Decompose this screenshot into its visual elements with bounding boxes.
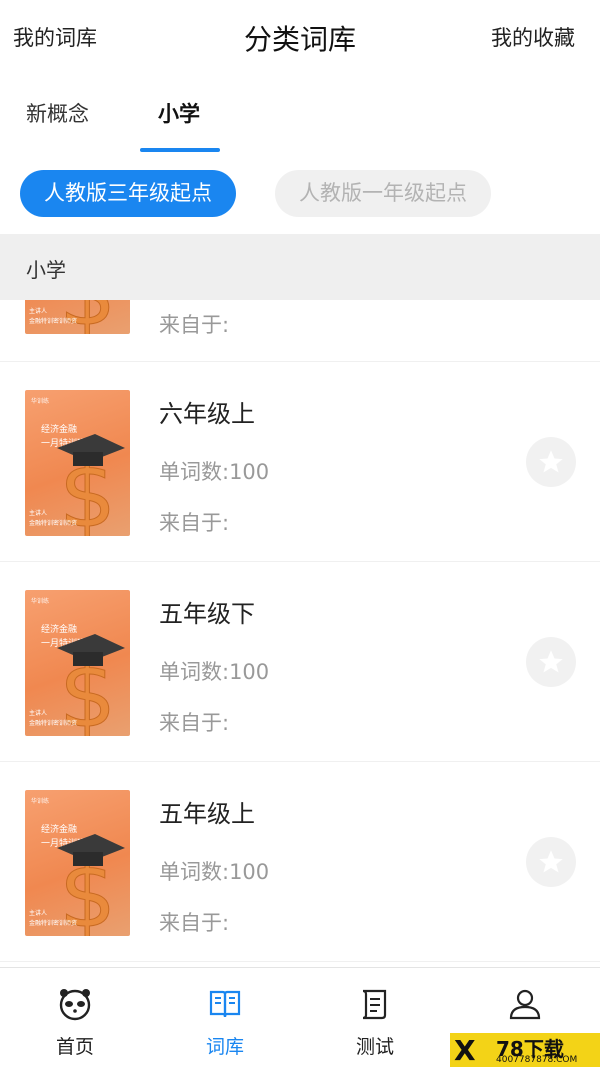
favorite-button[interactable] [526,637,576,687]
tab-primary-school[interactable]: 小学 [158,98,200,128]
book-cover: 华训练 经济金融 一月特训班 $ 主讲人 金融特训密训师资 [25,390,130,536]
book-list-item[interactable]: 华训练 经济金融 一月特训班 $ 主讲人 金融特训密训师资 五年级下 单词数:1… [0,562,600,762]
book-word-count: 单词数:100 [159,460,270,484]
tab-new-concept[interactable]: 新概念 [26,98,89,128]
star-icon [539,450,563,473]
nav-label: 测试 [355,1036,394,1058]
chip-grade1-start[interactable]: 人教版一年级起点 [275,170,491,217]
my-favorites-link[interactable]: 我的收藏 [491,22,575,52]
book-icon [209,990,241,1018]
user-icon [509,989,541,1020]
nav-wordbank[interactable]: 词库 [150,968,300,1067]
nav-label: 首页 [55,1036,94,1058]
nav-label: 词库 [205,1036,244,1058]
top-bar: 我的词库 分类词库 我的收藏 [0,0,600,76]
star-icon [539,850,563,873]
book-cover: 华训练 经济金融 一月特训班 $ 主讲人 金融特训密训师资 [25,590,130,736]
panda-icon [59,989,91,1021]
favorite-button[interactable] [526,437,576,487]
book-source: 来自于: [159,511,230,535]
tab-active-indicator [140,148,220,152]
watermark-mark: X [454,1034,476,1067]
book-cover: 华训练 经济金融 一月特训班 $ 主讲人 金融特训密训师资 [25,300,130,334]
favorite-button[interactable] [526,837,576,887]
scroll-icon [362,989,387,1020]
section-title: 小学 [26,258,66,282]
watermark-badge: X 78下载 4007787878.COM [450,1033,600,1067]
star-icon [539,650,563,673]
book-word-count: 单词数:100 [159,860,270,884]
book-source: 来自于: [159,711,230,735]
book-word-count: 单词数:100 [159,660,270,684]
watermark-url: 4007787878.COM [496,1055,578,1065]
book-list-item[interactable]: 华训练 经济金融 一月特训班 $ 主讲人 金融特训密训师资 来自于: [0,300,600,362]
section-header: 小学 [0,234,600,300]
nav-home[interactable]: 首页 [0,968,150,1067]
book-list-item[interactable]: 华训练 经济金融 一月特训班 $ 主讲人 金融特训密训师资 六年级上 单词数:1… [0,362,600,562]
book-source: 来自于: [159,313,230,337]
book-name: 六年级上 [159,400,255,428]
book-list[interactable]: 华训练 经济金融 一月特训班 $ 主讲人 金融特训密训师资 来自于: 华训练 经… [0,300,600,967]
category-tabs: 新概念 小学 [0,76,600,154]
book-name: 五年级上 [159,800,255,828]
book-cover: 华训练 经济金融 一月特训班 $ 主讲人 金融特训密训师资 [25,790,130,936]
chip-grade3-start[interactable]: 人教版三年级起点 [20,170,236,217]
book-source: 来自于: [159,911,230,935]
book-name: 五年级下 [159,600,255,628]
nav-test[interactable]: 测试 [300,968,450,1067]
book-list-item[interactable]: 华训练 经济金融 一月特训班 $ 主讲人 金融特训密训师资 五年级上 单词数:1… [0,762,600,962]
